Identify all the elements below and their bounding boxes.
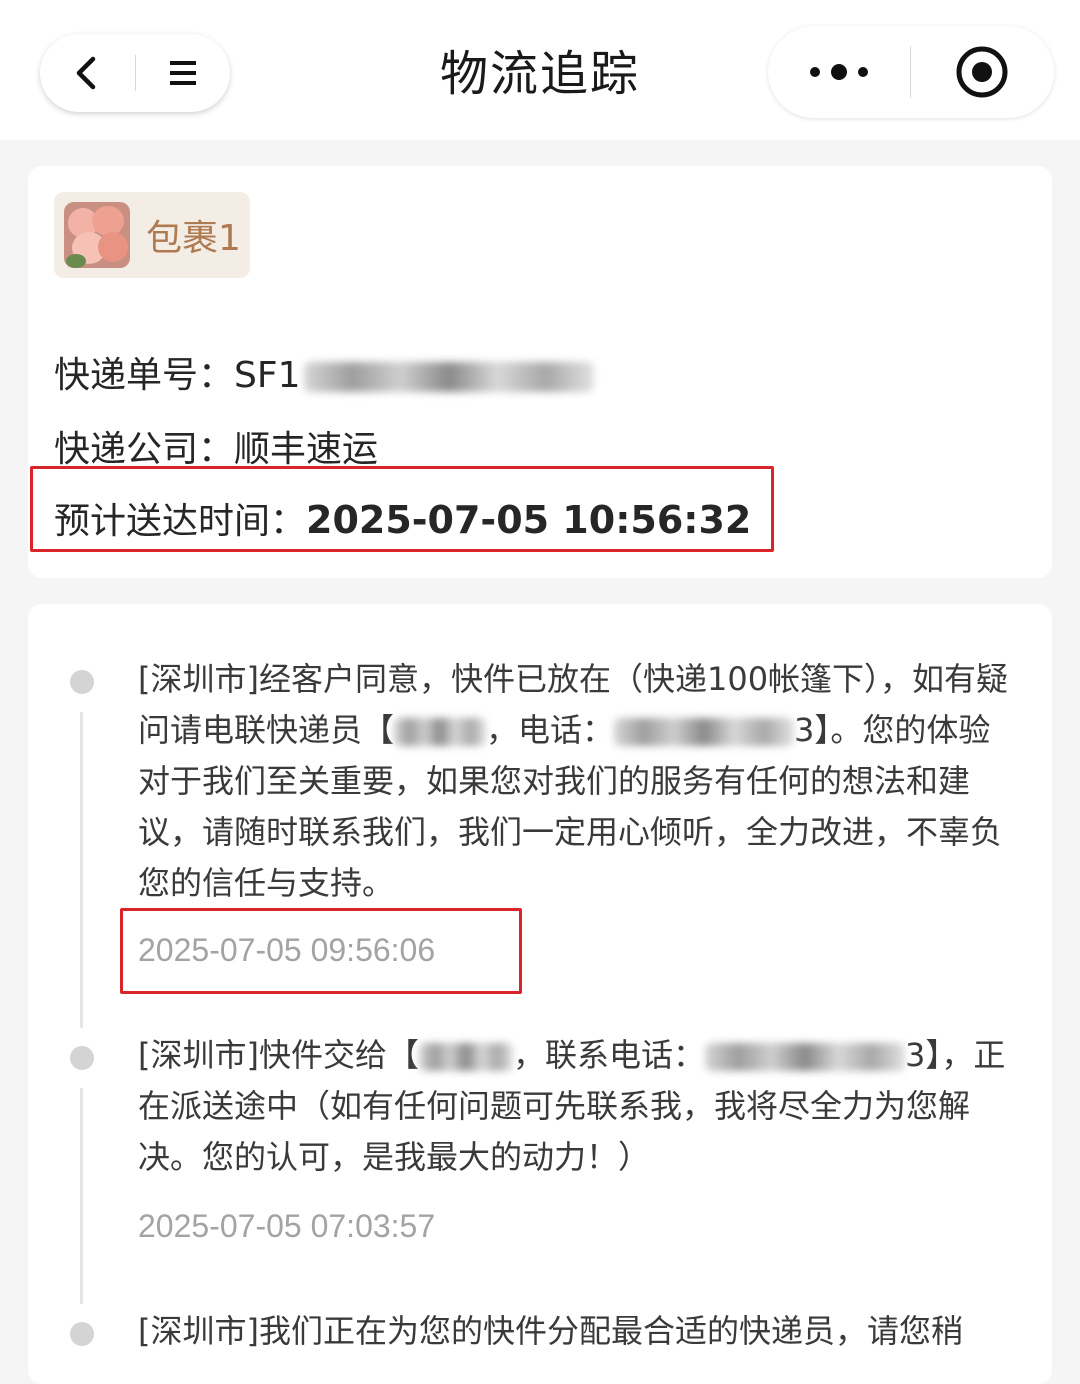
more-button[interactable] <box>768 26 910 118</box>
package-tab[interactable]: 包裹1 <box>54 192 250 278</box>
timeline-line <box>80 1088 83 1304</box>
timeline-dot <box>70 1046 94 1070</box>
tracking-number-label: 快递单号： <box>54 355 235 396</box>
hamburger-menu-icon <box>169 61 196 85</box>
redacted-tracking-number <box>304 362 595 392</box>
left-capsule <box>40 34 230 112</box>
page-title: 物流追踪 <box>439 46 640 102</box>
package-thumbnail <box>64 202 130 268</box>
menu-button[interactable] <box>136 34 231 112</box>
timeline-dot <box>70 1322 94 1346</box>
timeline-dot <box>70 670 94 694</box>
chevron-left-icon <box>77 56 96 90</box>
redacted-phone <box>705 1043 905 1071</box>
event-text-part: ，联系电话： <box>512 1036 705 1074</box>
timeline-event-text: [深圳市]快件交给【 ，联系电话： 3】，正在派送途中（如有任何问题可先联系我，我将… <box>138 1030 1018 1183</box>
nav-bar: 物流追踪 <box>0 0 1080 140</box>
tracking-number-row: 快递单号：SF1 <box>54 346 595 398</box>
more-dots-icon <box>810 64 868 80</box>
redacted-phone <box>614 718 795 746</box>
time-highlight-box <box>120 908 522 994</box>
back-button[interactable] <box>40 34 135 112</box>
target-circle-icon <box>956 46 1008 98</box>
timeline-event-text: [深圳市]我们正在为您的快件分配最合适的快递员，请您稍 <box>138 1312 963 1350</box>
timeline-line <box>80 712 83 1028</box>
timeline-event-text: [深圳市]经客户同意，快件已放在（快递100帐篷下），如有疑问请电联快递员【 ，电… <box>138 654 1018 909</box>
close-miniprogram-button[interactable] <box>911 26 1053 118</box>
package-tab-label: 包裹1 <box>146 218 241 259</box>
redacted-courier-name <box>418 1043 513 1071</box>
courier-company-value: 顺丰速运 <box>234 429 379 470</box>
timeline-event-time: 2025-07-05 07:03:57 <box>138 1208 436 1244</box>
event-text-part: ，电话： <box>486 711 615 749</box>
courier-company-row: 快递公司：顺丰速运 <box>54 420 378 472</box>
redacted-courier-name <box>394 718 487 746</box>
right-capsule <box>768 26 1054 118</box>
eta-highlight-box <box>30 466 774 552</box>
courier-company-label: 快递公司： <box>54 429 235 470</box>
event-text-part: [深圳市]快件交给【 <box>138 1036 419 1074</box>
tracking-number-prefix[interactable]: SF1 <box>234 355 300 396</box>
